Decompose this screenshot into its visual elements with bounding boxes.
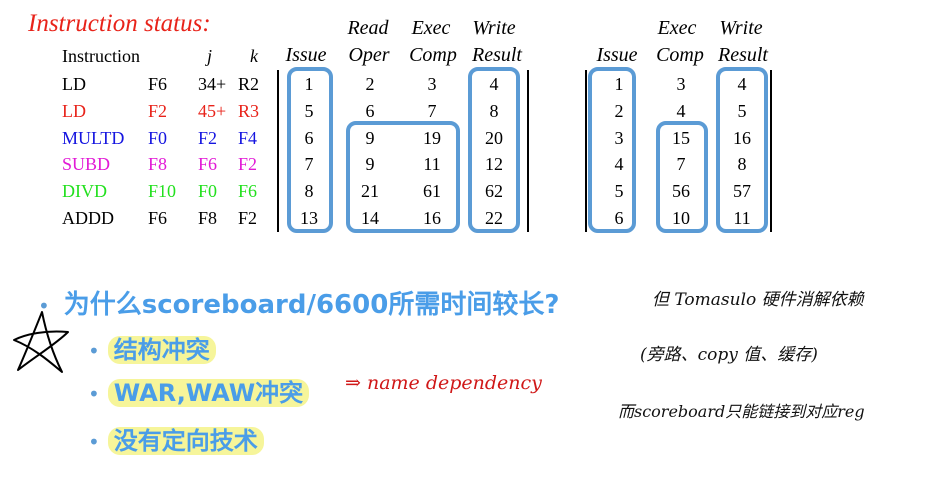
header-write-tomasulo: Write (719, 17, 763, 39)
instruction-k: F4 (238, 128, 258, 148)
header-comp-tomasulo: Comp (656, 44, 704, 66)
header-read: Read (347, 17, 389, 39)
instruction-dest: F0 (148, 128, 168, 148)
highlight-box-tomasulo-exec (656, 121, 708, 233)
instruction-op: DIVD (62, 181, 107, 201)
bullet-dot-icon: • (88, 382, 100, 406)
scoreboard-read: 6 (365, 101, 375, 121)
header-write: Write (472, 17, 516, 39)
highlight-box-write (468, 67, 520, 233)
instruction-dest: F10 (148, 181, 177, 201)
header-oper: Oper (348, 44, 390, 66)
header-comp: Comp (409, 44, 457, 66)
header-result-tomasulo: Result (718, 44, 768, 66)
bullet-sub-text: 没有定向技术 (107, 427, 264, 455)
tomasulo-exec: 4 (676, 101, 686, 121)
bullet-sub-1: • 结构冲突 (88, 330, 216, 365)
instruction-k: R3 (238, 101, 260, 121)
instruction-op: LD (62, 74, 86, 94)
bullet-sub-3: • 没有定向技术 (88, 421, 264, 456)
instruction-j: F2 (198, 128, 218, 148)
header-issue: Issue (285, 44, 327, 66)
bullet-main: • 为什么scoreboard/6600所需时间较长? (38, 284, 559, 321)
instruction-op: MULTD (62, 128, 125, 148)
instruction-dest: F6 (148, 74, 168, 94)
tomasulo-exec: 3 (676, 74, 686, 94)
slide-title: Instruction status: (28, 10, 211, 37)
highlight-box-issue (287, 67, 333, 233)
highlight-box-read-exec (346, 121, 460, 233)
instruction-op: ADDD (62, 208, 114, 228)
bullet-dot-icon: • (88, 339, 100, 363)
highlight-box-tomasulo-issue (588, 67, 636, 233)
instruction-j: F8 (198, 208, 218, 228)
instruction-op: SUBD (62, 154, 111, 174)
instruction-dest: F6 (148, 208, 168, 228)
instruction-k: R2 (238, 74, 260, 94)
header-j: j (207, 46, 213, 66)
instruction-dest: F8 (148, 154, 168, 174)
bullet-sub-text: 结构冲突 (107, 336, 216, 364)
scoreboard-exec: 3 (427, 74, 437, 94)
header-exec-tomasulo: Exec (657, 17, 697, 39)
scoreboard-exec: 7 (427, 101, 437, 121)
bullet-sub-2: • WAR,WAW冲突 (88, 373, 310, 408)
star-icon (13, 311, 69, 373)
highlight-box-tomasulo-write (716, 67, 768, 233)
bullet-dot-icon: • (88, 430, 100, 454)
instruction-j: F0 (198, 181, 218, 201)
instruction-j: F6 (198, 154, 218, 174)
instruction-dest: F2 (148, 101, 168, 121)
header-k: k (250, 46, 258, 66)
instruction-j: 34+ (198, 74, 227, 94)
header-result: Result (472, 44, 522, 66)
header-instruction: Instruction (62, 46, 140, 66)
header-issue-tomasulo: Issue (596, 44, 638, 66)
handwriting-name-dependency: ⇒ name dependency (345, 372, 542, 394)
bullet-main-text: 为什么scoreboard/6600所需时间较长? (63, 290, 560, 320)
handwriting-tomasulo-note: 但 Tomasulo 硬件消解依赖 (652, 290, 864, 310)
handwriting-scoreboard-note: 而scoreboard只能链接到对应reg (618, 402, 865, 421)
handwriting-tomasulo-note-2: (旁路、copy 值、缓存) (640, 345, 818, 365)
instruction-j: 45+ (198, 101, 227, 121)
header-exec: Exec (411, 17, 451, 39)
instruction-k: F2 (238, 154, 258, 174)
instruction-k: F6 (238, 181, 258, 201)
instruction-k: F2 (238, 208, 258, 228)
bullet-sub-text: WAR,WAW冲突 (107, 379, 310, 407)
scoreboard-read: 2 (365, 74, 375, 94)
instruction-op: LD (62, 101, 86, 121)
